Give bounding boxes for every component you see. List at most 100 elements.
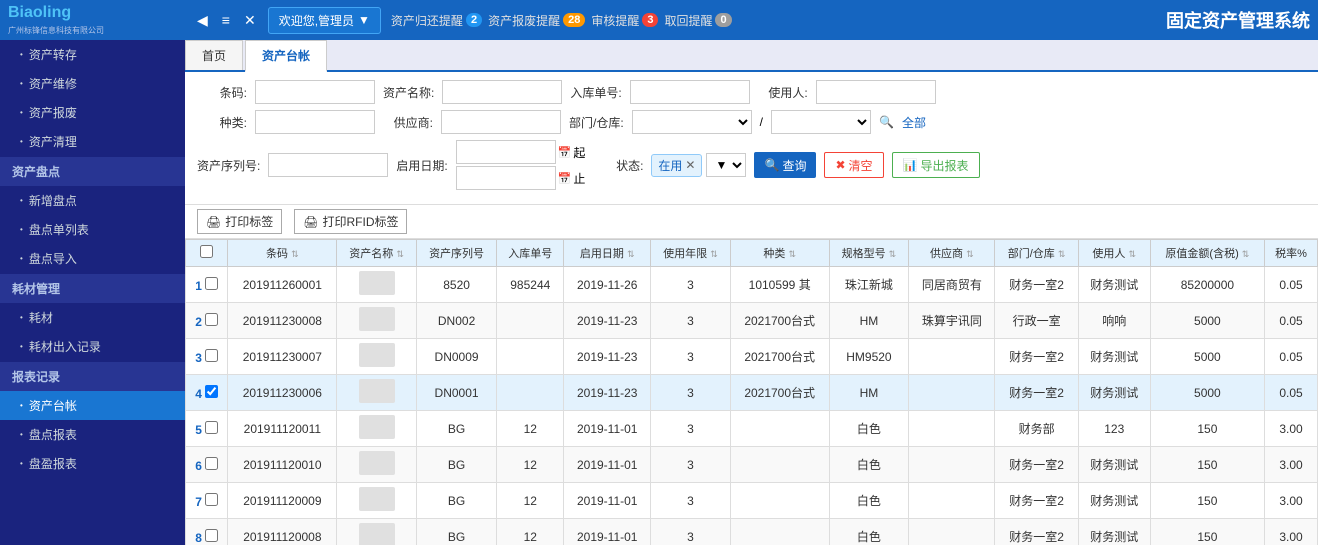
logo-area: Biaoling 广州标锋信息科技有限公司	[8, 4, 193, 36]
sidebar-item-asset-clear[interactable]: • 资产清理	[0, 127, 185, 156]
row-checkbox[interactable]	[205, 349, 218, 362]
table-row[interactable]: 4 201911230006 DN0001 2019-11-23 3 20217…	[186, 375, 1318, 411]
row-checkbox[interactable]	[205, 313, 218, 326]
alert-recall-badge: 0	[715, 13, 731, 27]
table-row[interactable]: 1 201911260001 8520 985244 2019-11-26 3 …	[186, 267, 1318, 303]
sort-icon: ⇅	[966, 249, 974, 259]
seq-input[interactable]	[268, 153, 388, 177]
status-select[interactable]: ▼	[706, 153, 746, 177]
alert-return[interactable]: 资产归还提醒 2	[391, 12, 482, 29]
subdept-select[interactable]	[771, 110, 871, 134]
clear-icon: ✖	[835, 158, 845, 172]
sidebar-item-check-report[interactable]: • 盘点报表	[0, 420, 185, 449]
th-category: 种类 ⇅	[730, 240, 829, 267]
clear-label: 清空	[849, 157, 873, 174]
row-checkbox[interactable]	[205, 421, 218, 434]
cell-supplier	[909, 519, 995, 545]
sidebar-item-asset-scrap[interactable]: • 资产报废	[0, 98, 185, 127]
end-marker: 止	[573, 170, 585, 187]
warehouse-no-input[interactable]	[630, 80, 750, 104]
alert-review[interactable]: 审核提醒 3	[591, 12, 658, 29]
close-button[interactable]: ✕	[240, 10, 260, 31]
row-checkbox[interactable]	[205, 529, 218, 542]
row-checkbox[interactable]	[205, 277, 218, 290]
sidebar-item-new-check[interactable]: • 新增盘点	[0, 186, 185, 215]
search-icon: 🔍	[879, 115, 894, 129]
table-row[interactable]: 7 201911120009 BG 12 2019-11-01 3 白色 财务一…	[186, 483, 1318, 519]
sidebar-item-consumable[interactable]: • 耗材	[0, 303, 185, 332]
welcome-label: 欢迎您,管理员	[279, 12, 354, 29]
export-label: 导出报表	[920, 157, 968, 174]
tab-ledger[interactable]: 资产台帐	[245, 40, 327, 72]
sidebar-item-asset-ledger[interactable]: • 资产台帐	[0, 391, 185, 420]
start-date-input[interactable]	[456, 140, 556, 164]
cell-tax: 3.00	[1265, 447, 1318, 483]
sidebar-item-check-list[interactable]: • 盘点单列表	[0, 215, 185, 244]
cell-seq: DN0001	[416, 375, 496, 411]
cell-num: 3	[186, 339, 228, 375]
category-input[interactable]	[255, 110, 375, 134]
th-warehouse: 入库单号	[497, 240, 564, 267]
cell-barcode: 201911120008	[228, 519, 337, 545]
asset-name-input[interactable]	[442, 80, 562, 104]
sidebar-item-consumable-record[interactable]: • 耗材出入记录	[0, 332, 185, 361]
menu-button[interactable]: ≡	[218, 10, 234, 31]
cell-user: 财务测试	[1078, 375, 1150, 411]
tab-home[interactable]: 首页	[185, 40, 243, 70]
welcome-button[interactable]: 欢迎您,管理员 ▼	[268, 7, 381, 34]
alert-scrap-label: 资产报废提醒	[488, 12, 560, 29]
cell-dept: 行政一室	[995, 303, 1078, 339]
cell-barcode: 201911230007	[228, 339, 337, 375]
sidebar-item-inventory-report[interactable]: • 盘盈报表	[0, 449, 185, 478]
clear-button[interactable]: ✖ 清空	[824, 152, 883, 178]
table-row[interactable]: 5 201911120011 BG 12 2019-11-01 3 白色 财务部…	[186, 411, 1318, 447]
print-label-button[interactable]: 🖨 打印标签	[197, 209, 282, 234]
supplier-input[interactable]	[441, 110, 561, 134]
th-dept: 部门/仓库 ⇅	[995, 240, 1078, 267]
start-marker: 起	[573, 144, 585, 161]
sidebar-section-check: 资产盘点	[0, 156, 185, 186]
bullet-icon: •	[20, 342, 23, 351]
bullet-icon: •	[20, 137, 23, 146]
table-body: 1 201911260001 8520 985244 2019-11-26 3 …	[186, 267, 1318, 545]
status-tag-close[interactable]: ✕	[685, 158, 695, 172]
cell-warehouse	[497, 375, 564, 411]
table-row[interactable]: 6 201911120010 BG 12 2019-11-01 3 白色 财务一…	[186, 447, 1318, 483]
table-row[interactable]: 2 201911230008 DN002 2019-11-23 3 202170…	[186, 303, 1318, 339]
print-rfid-button[interactable]: 🖨 打印RFID标签	[294, 209, 407, 234]
search-button[interactable]: 🔍 查询	[754, 152, 816, 178]
table-row[interactable]: 3 201911230007 DN0009 2019-11-23 3 20217…	[186, 339, 1318, 375]
barcode-input[interactable]	[255, 80, 375, 104]
cell-amount: 5000	[1150, 375, 1264, 411]
cell-tax: 3.00	[1265, 519, 1318, 545]
th-user: 使用人 ⇅	[1078, 240, 1150, 267]
sidebar-label: 耗材	[29, 309, 53, 326]
cell-years: 3	[651, 339, 731, 375]
cell-amount: 5000	[1150, 339, 1264, 375]
alert-scrap[interactable]: 资产报废提醒 28	[488, 12, 585, 29]
sort-icon: ⇅	[1058, 249, 1066, 259]
sidebar-item-asset-transfer[interactable]: • 资产转存	[0, 40, 185, 69]
export-button[interactable]: 📊 导出报表	[892, 152, 980, 178]
sidebar-item-check-import[interactable]: • 盘点导入	[0, 244, 185, 273]
user-input[interactable]	[816, 80, 936, 104]
nav-alerts: 资产归还提醒 2 资产报废提醒 28 审核提醒 3 取回提醒 0	[391, 12, 732, 29]
sidebar: • 资产转存 • 资产维修 • 资产报废 • 资产清理 资产盘点 • 新增盘点 …	[0, 40, 185, 545]
end-date-input[interactable]	[456, 166, 556, 190]
cell-start-date: 2019-11-01	[564, 447, 651, 483]
alert-recall[interactable]: 取回提醒 0	[664, 12, 731, 29]
cell-amount: 150	[1150, 483, 1264, 519]
dept-select[interactable]	[632, 110, 752, 134]
sidebar-item-asset-repair[interactable]: • 资产维修	[0, 69, 185, 98]
row-checkbox[interactable]	[205, 493, 218, 506]
cell-asset-name	[337, 411, 417, 447]
alert-review-badge: 3	[642, 13, 658, 27]
row-checkbox[interactable]	[205, 385, 218, 398]
th-checkbox	[186, 240, 228, 267]
sort-icon: ⇅	[627, 249, 635, 259]
sidebar-label: 新增盘点	[29, 192, 77, 209]
row-checkbox[interactable]	[205, 457, 218, 470]
back-button[interactable]: ◀	[193, 10, 212, 31]
table-row[interactable]: 8 201911120008 BG 12 2019-11-01 3 白色 财务一…	[186, 519, 1318, 545]
select-all-checkbox[interactable]	[200, 245, 213, 258]
